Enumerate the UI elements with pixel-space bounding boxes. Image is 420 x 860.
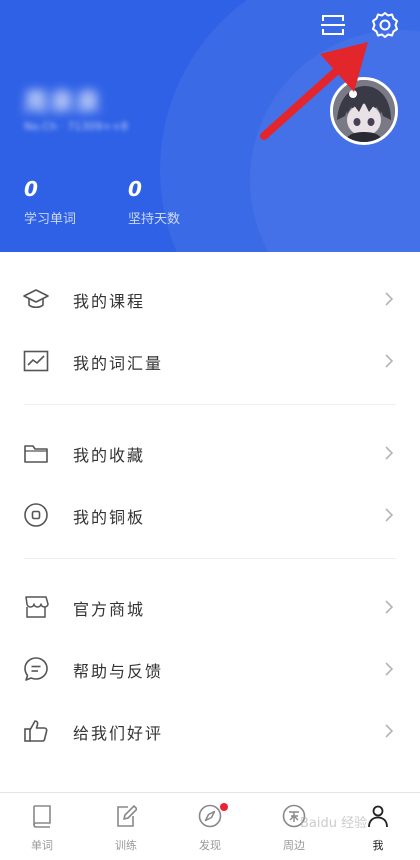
menu-item-rate-us[interactable]: 给我们好评 [0,700,420,762]
folder-icon [24,445,48,463]
watermark: Baidu 经验 [300,816,368,831]
menu-item-label: 我的词汇量 [73,354,164,373]
anime-avatar-icon [333,80,395,142]
menu-item-my-courses[interactable]: 我的课程 [0,268,420,330]
chevron-right-icon [385,354,394,368]
menu-item-label: 我的课程 [73,292,146,311]
stat-streak-days: 0 坚持天数 [128,178,180,227]
profile-header: 周泉泉 No.Ch · 71309++8 0 学习单词 0 坚持天数 [0,0,420,252]
book-icon [33,805,51,828]
scan-icon [321,15,345,35]
menu-item-official-store[interactable]: 官方商城 [0,576,420,638]
tab-label: 训练 [115,839,137,852]
menu-item-label: 官方商城 [73,600,146,619]
edit-icon [117,805,137,827]
menu-item-label: 给我们好评 [73,724,164,743]
menu-divider [24,404,396,405]
stat-value: 0 [128,177,142,201]
stat-value: 0 [24,177,38,201]
menu-item-my-coins[interactable]: 我的铜板 [0,484,420,546]
chevron-right-icon [385,724,394,738]
shop-icon [25,596,49,618]
tab-label: 周边 [283,839,305,852]
avatar[interactable] [330,77,398,145]
graduation-cap-icon [23,289,49,309]
user-id: No.Ch · 71309++8 [24,120,128,133]
stat-label: 坚持天数 [128,212,181,227]
menu-item-label: 我的铜板 [73,508,146,527]
chevron-right-icon [385,446,394,460]
menu-item-help-feedback[interactable]: 帮助与反馈 [0,638,420,700]
trend-chart-icon [23,350,49,372]
scan-button[interactable] [316,8,350,42]
person-icon [368,805,388,828]
menu-divider [24,558,396,559]
chevron-right-icon [385,662,394,676]
menu-item-label: 帮助与反馈 [73,662,164,681]
settings-button[interactable] [368,8,402,42]
username[interactable]: 周泉泉 [24,82,108,116]
menu-item-my-vocabulary[interactable]: 我的词汇量 [0,330,420,392]
chevron-right-icon [385,600,394,614]
tab-discover[interactable]: 发现 [168,793,252,860]
tab-label: 发现 [199,839,221,852]
tab-training[interactable]: 训练 [84,793,168,860]
menu-item-my-favorites[interactable]: 我的收藏 [0,422,420,484]
coin-icon [24,503,48,527]
chat-bubble-icon [24,657,48,681]
menu-item-label: 我的收藏 [73,446,146,465]
tab-words[interactable]: 单词 [0,793,84,860]
thumbs-up-icon [24,720,48,742]
chevron-right-icon [385,292,394,306]
chevron-right-icon [385,508,394,522]
stat-label: 学习单词 [24,212,77,227]
tab-label: 单词 [31,839,53,852]
notification-dot [220,803,228,811]
stat-learned-words: 0 学习单词 [24,178,76,227]
gear-icon [372,12,398,38]
tab-label: 我 [372,839,384,852]
compass-icon [198,804,222,828]
